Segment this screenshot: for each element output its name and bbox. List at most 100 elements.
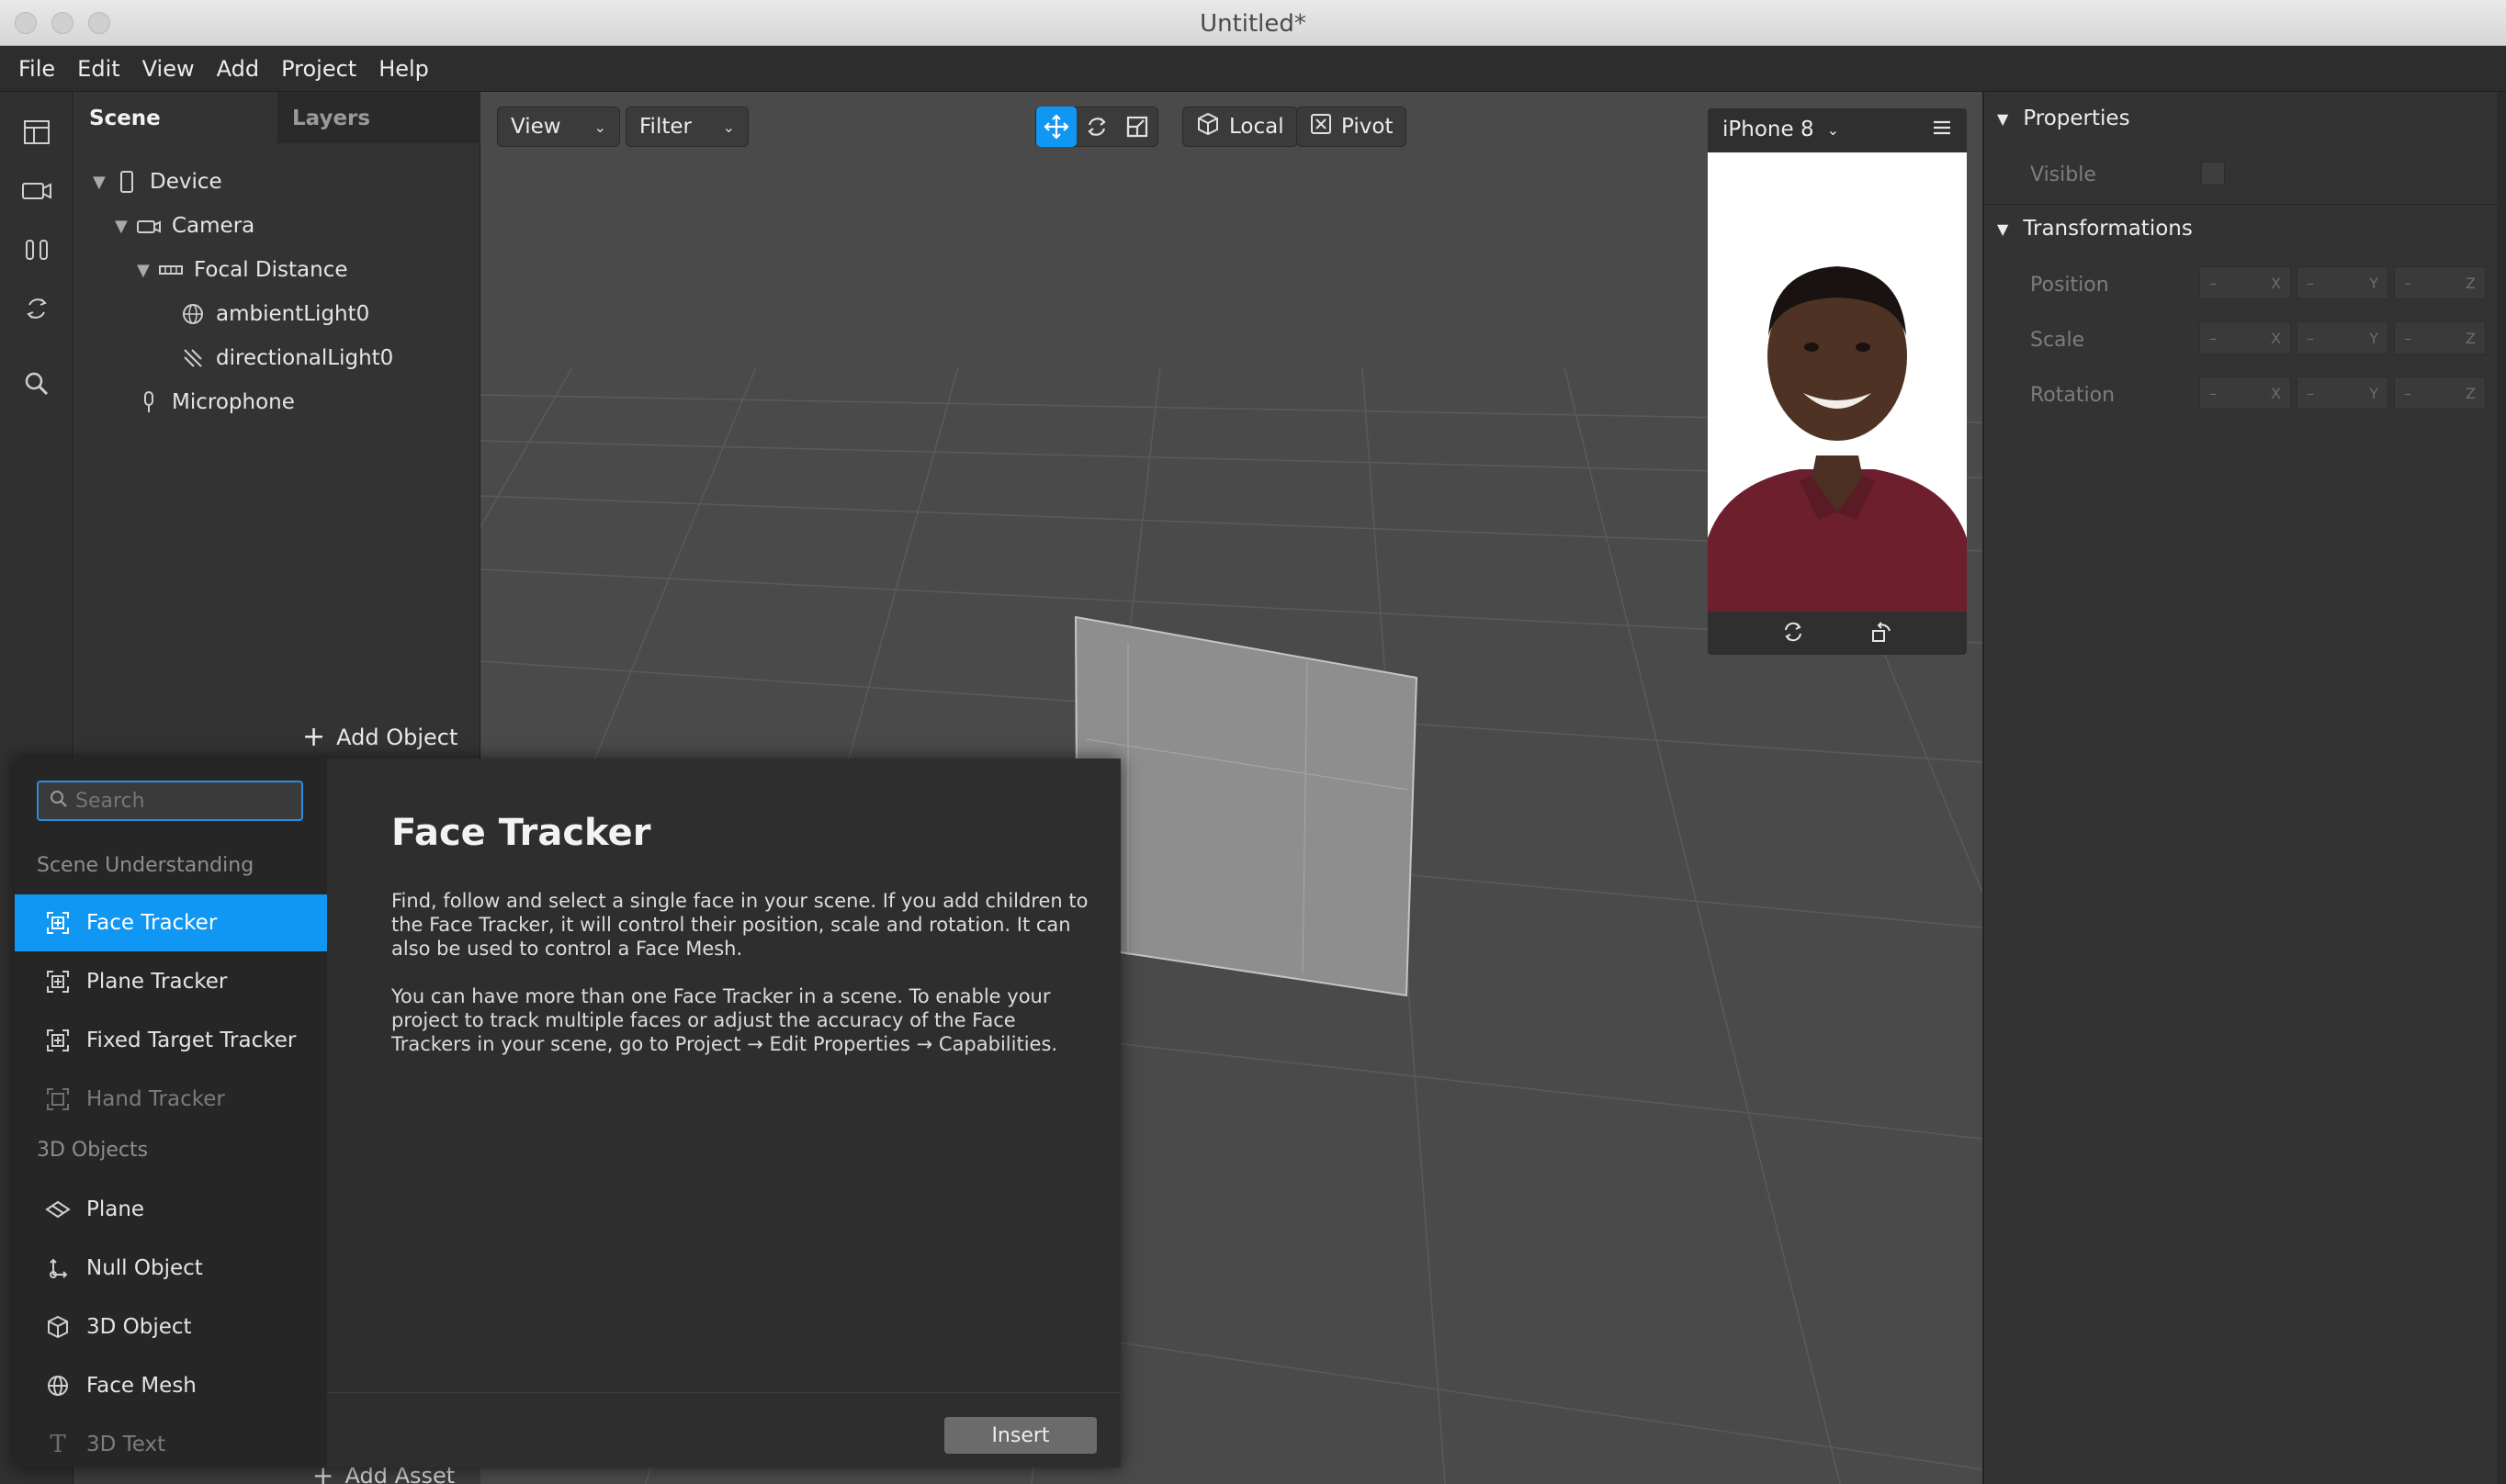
- visible-checkbox[interactable]: [2201, 162, 2225, 186]
- scale-y-field[interactable]: – Y: [2297, 321, 2388, 354]
- search-icon[interactable]: [17, 364, 57, 404]
- face-mesh-icon: [44, 1372, 72, 1400]
- list-item-label: 3D Object: [86, 1315, 192, 1339]
- layout-icon[interactable]: [17, 112, 57, 152]
- position-z-field[interactable]: – Z: [2394, 266, 2486, 299]
- scene-panel: Scene Layers ▼ Device ▼ Camera ▼ Focal D…: [74, 92, 480, 762]
- list-item-label: Null Object: [86, 1256, 203, 1280]
- list-item-face-tracker[interactable]: Face Tracker: [15, 894, 327, 951]
- list-item-plane[interactable]: Plane: [15, 1181, 327, 1238]
- video-camera-icon[interactable]: [17, 171, 57, 211]
- tree-item-focal-distance[interactable]: ▼ Focal Distance: [137, 252, 348, 288]
- chevron-down-icon: ⌄: [1826, 120, 1839, 139]
- device-preview-controls: [1708, 612, 1967, 655]
- pivot-icon: [1310, 113, 1332, 141]
- tree-item-label: ambientLight0: [216, 302, 370, 326]
- menu-add[interactable]: Add: [217, 56, 276, 82]
- list-item-plane-tracker[interactable]: Plane Tracker: [15, 953, 327, 1010]
- axis-label: X: [2271, 274, 2281, 292]
- field-value: –: [2404, 274, 2411, 292]
- tab-layers[interactable]: Layers: [277, 92, 480, 143]
- plus-icon: +: [302, 721, 326, 753]
- list-item-label: Fixed Target Tracker: [86, 1029, 297, 1052]
- description-title: Face Tracker: [391, 812, 651, 854]
- divider: [1984, 204, 2499, 205]
- menu-view[interactable]: View: [142, 56, 211, 82]
- null-object-icon: [44, 1254, 72, 1282]
- expand-arrow-icon[interactable]: ▼: [137, 261, 157, 280]
- transformations-section-header[interactable]: ▼ Transformations: [1997, 217, 2193, 241]
- expand-arrow-icon[interactable]: ▼: [93, 173, 113, 192]
- list-item-label: 3D Text: [86, 1433, 166, 1456]
- switch-camera-icon[interactable]: [1781, 620, 1805, 647]
- list-item-label: Face Mesh: [86, 1374, 197, 1398]
- properties-section-header[interactable]: ▼ Properties: [1997, 107, 2130, 130]
- ambient-light-icon: [179, 301, 207, 327]
- axis-label: Y: [2369, 329, 2378, 347]
- scale-z-field[interactable]: – Z: [2394, 321, 2486, 354]
- tab-scene[interactable]: Scene: [74, 92, 277, 143]
- list-item-null-object[interactable]: Null Object: [15, 1240, 327, 1297]
- position-y-field[interactable]: – Y: [2297, 266, 2388, 299]
- list-item-fixed-target-tracker[interactable]: Fixed Target Tracker: [15, 1012, 327, 1069]
- cube-icon: [44, 1313, 72, 1341]
- tree-item-camera[interactable]: ▼ Camera: [115, 208, 254, 244]
- list-item-hand-tracker[interactable]: Hand Tracker: [15, 1071, 327, 1128]
- menu-help[interactable]: Help: [378, 56, 446, 82]
- patch-editor-icon[interactable]: [17, 288, 57, 329]
- axis-label: Z: [2466, 274, 2476, 292]
- object-type-list: Scene Understanding Face Tracker Plane T…: [15, 759, 327, 1467]
- scale-tool-icon[interactable]: [1117, 107, 1157, 147]
- rotation-y-field[interactable]: – Y: [2297, 377, 2388, 410]
- window-edge: [2497, 92, 2506, 1484]
- filter-dropdown[interactable]: Filter ⌄: [626, 107, 749, 147]
- pivot-toggle[interactable]: Pivot: [1296, 107, 1407, 147]
- rotate-device-icon[interactable]: [1869, 620, 1893, 647]
- filter-dropdown-label: Filter: [639, 115, 692, 139]
- menu-icon[interactable]: [1932, 118, 1952, 141]
- text-icon: T: [50, 1431, 66, 1458]
- axis-label: X: [2271, 384, 2281, 402]
- tree-item-directional-light[interactable]: directionalLight0: [179, 340, 393, 377]
- insert-button[interactable]: Insert: [944, 1417, 1097, 1454]
- phone-icon: [113, 169, 141, 195]
- microphone-icon: [135, 389, 163, 415]
- local-toggle[interactable]: Local: [1182, 107, 1298, 147]
- rotate-tool-icon[interactable]: [1077, 107, 1117, 147]
- description-paragraph-2: You can have more than one Face Tracker …: [391, 985, 1058, 1055]
- timeline-icon[interactable]: [17, 230, 57, 270]
- rotation-x-field[interactable]: – X: [2199, 377, 2291, 410]
- list-item-3d-object[interactable]: 3D Object: [15, 1298, 327, 1355]
- camera-plane: [1074, 615, 1418, 997]
- pivot-toggle-label: Pivot: [1341, 115, 1394, 139]
- axis-label: Z: [2466, 384, 2476, 402]
- menu-edit[interactable]: Edit: [77, 56, 136, 82]
- search-input[interactable]: [75, 789, 287, 813]
- plane-icon: [44, 1196, 72, 1223]
- position-x-field[interactable]: – X: [2199, 266, 2291, 299]
- field-value: –: [2307, 384, 2314, 402]
- tree-item-device[interactable]: ▼ Device: [93, 163, 222, 200]
- axis-label: Z: [2466, 329, 2476, 347]
- move-tool-icon[interactable]: [1036, 107, 1077, 147]
- list-item-label: Plane: [86, 1197, 145, 1221]
- expand-arrow-icon[interactable]: ▼: [115, 217, 135, 236]
- scale-label: Scale: [2030, 329, 2085, 352]
- tree-item-ambient-light[interactable]: ambientLight0: [179, 296, 369, 332]
- add-object-button[interactable]: + Add Object: [302, 721, 457, 753]
- rotation-z-field[interactable]: – Z: [2394, 377, 2486, 410]
- directional-light-icon: [179, 345, 207, 371]
- chevron-down-icon: ⌄: [593, 118, 606, 136]
- menu-file[interactable]: File: [18, 56, 72, 82]
- person-video-image: [1708, 266, 1967, 612]
- view-dropdown[interactable]: View ⌄: [497, 107, 620, 147]
- tree-item-microphone[interactable]: Microphone: [135, 384, 295, 421]
- transformations-section-title: Transformations: [2023, 217, 2193, 241]
- search-field[interactable]: [37, 781, 303, 821]
- scale-x-field[interactable]: – X: [2199, 321, 2291, 354]
- menu-project[interactable]: Project: [281, 56, 373, 82]
- list-item-3d-text[interactable]: T 3D Text: [15, 1416, 327, 1467]
- device-selector[interactable]: iPhone 8 ⌄: [1722, 118, 1839, 141]
- device-name: iPhone 8: [1722, 118, 1814, 141]
- list-item-face-mesh[interactable]: Face Mesh: [15, 1357, 327, 1414]
